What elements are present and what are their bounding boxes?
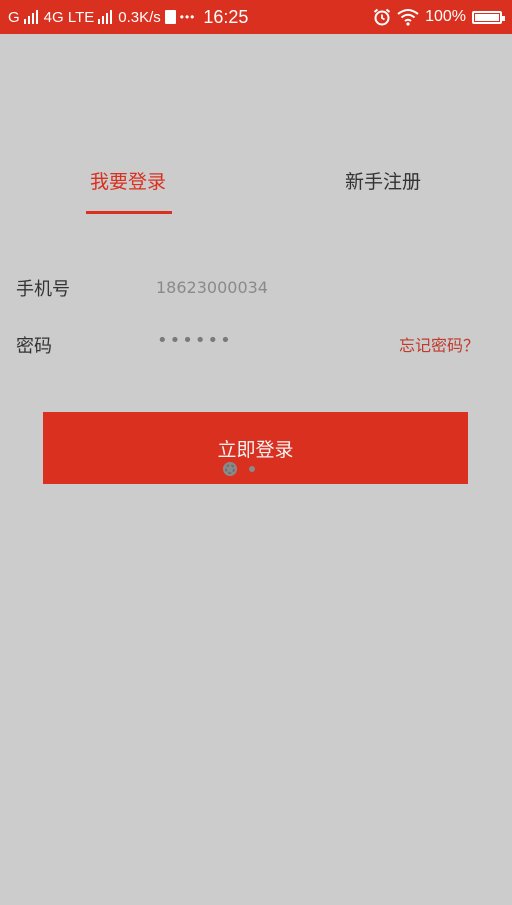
active-tab-indicator (86, 211, 172, 214)
battery-percentage: 100% (425, 8, 466, 25)
status-left: G 4G LTE 0.3K/s ••• 16:25 (8, 0, 248, 34)
carrier-label: G (8, 8, 20, 26)
phone-label: 手机号 (16, 279, 70, 300)
clock-time: 16:25 (203, 6, 249, 27)
status-bar: G 4G LTE 0.3K/s ••• 16:25 100% (0, 0, 512, 34)
forgot-password-link[interactable]: 忘记密码？ (399, 332, 479, 356)
clipboard-icon (164, 10, 176, 24)
password-input[interactable]: •••••• (157, 330, 233, 351)
status-right: 100% (373, 0, 505, 34)
loading-spinner-icon (223, 462, 237, 476)
signal-strength-icon-2 (98, 10, 113, 24)
battery-icon (472, 10, 505, 24)
login-button-label: 立即登录 (217, 439, 294, 461)
alarm-icon (373, 8, 391, 26)
more-notifications-icon: ••• (179, 10, 196, 24)
login-button[interactable]: 立即登录 (43, 412, 468, 484)
tab-register[interactable]: 新手注册 (293, 160, 473, 220)
auth-tabs: 我要登录 新手注册 (0, 160, 512, 220)
network-label: 4G LTE (43, 8, 95, 26)
signal-strength-icon (23, 10, 38, 24)
loading-dot-icon (249, 466, 255, 472)
phone-input[interactable]: 18623000034 (156, 278, 268, 297)
wifi-icon (397, 9, 419, 26)
password-label: 密码 (16, 336, 52, 357)
network-speed: 0.3K/s (118, 8, 161, 26)
